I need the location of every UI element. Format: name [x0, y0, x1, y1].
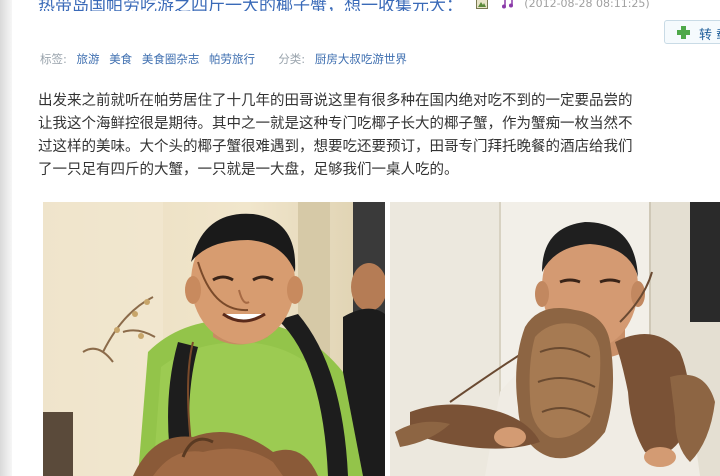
- article-line: 过这样的美味。大个头的椰子蟹很难遇到，想要吃还要预订，田哥专门拜托晚餐的酒店给我…: [38, 139, 633, 155]
- tag-link[interactable]: 美食: [109, 52, 132, 66]
- article-line: 让我这个海鲜控很是期待。其中之一就是这种专门吃椰子长大的椰子蟹，作为蟹痴一枚当然…: [38, 116, 633, 132]
- article-body: 出发来之前就听在帕劳居住了十几年的田哥说这里有很多种在国内绝对吃不到的一定要品尝…: [38, 90, 720, 182]
- post-title-row: 热带岛国帕劳吃游之四斤一大的椰子蟹，想一收集元大： (2012-08-28 08…: [38, 0, 720, 11]
- image-icon: [476, 0, 489, 11]
- category-link[interactable]: 厨房大叔吃游世界: [315, 52, 407, 66]
- post-title[interactable]: 热带岛国帕劳吃游之四斤一大的椰子蟹，想一收集元大：: [38, 0, 463, 11]
- share-repost-button[interactable]: 转 载: [664, 20, 720, 44]
- category-label: 分类:: [278, 52, 306, 66]
- tag-link[interactable]: 帕劳旅行: [209, 52, 255, 66]
- photo-man-with-crab-right[interactable]: [390, 202, 720, 476]
- article-line: 了一只足有四斤的大蟹，一只就是一大盘，足够我们一桌人吃的。: [38, 162, 459, 178]
- tag-link[interactable]: 美食圈杂志: [142, 52, 200, 66]
- music-note-icon: [501, 0, 514, 11]
- share-button-label: 转 载: [699, 28, 720, 43]
- article-line: 出发来之前就听在帕劳居住了十几年的田哥说这里有很多种在国内绝对吃不到的一定要品尝…: [38, 93, 633, 109]
- tags-label: 标签:: [40, 52, 67, 66]
- post-meta: 标签: 旅游 美食 美食圈杂志 帕劳旅行 分类: 厨房大叔吃游世界: [40, 51, 407, 67]
- post-timestamp: (2012-08-28 08:11:25): [524, 0, 650, 10]
- plus-icon: [677, 26, 690, 39]
- tag-link[interactable]: 旅游: [77, 52, 100, 66]
- page-left-gutter: [0, 0, 12, 476]
- photo-man-with-crab-left[interactable]: [43, 202, 385, 476]
